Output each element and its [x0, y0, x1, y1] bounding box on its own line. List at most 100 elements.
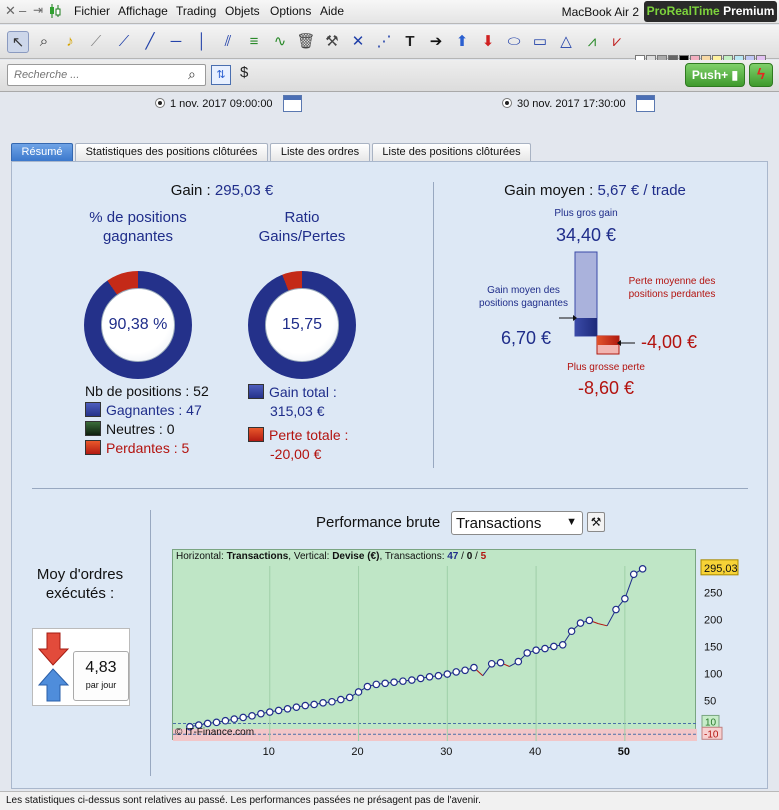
- parallel-icon[interactable]: ⋰: [373, 31, 395, 53]
- menu-aide[interactable]: Aide: [320, 4, 344, 18]
- nb-positions: Nb de positions : 52: [85, 383, 209, 399]
- pct-win-title: % de positions gagnantes: [89, 209, 187, 245]
- wrench-icon[interactable]: ⚒: [587, 512, 605, 532]
- tab-liste-positions[interactable]: Liste des positions clôturées: [372, 143, 531, 161]
- vertical-line-icon[interactable]: │: [191, 31, 213, 53]
- tab-resume[interactable]: Résumé: [11, 143, 73, 161]
- alert-bell-icon[interactable]: ♪: [59, 31, 81, 53]
- loss-total-value: -20,00 €: [270, 446, 322, 462]
- gain-header: Gain : 295,03 €: [32, 182, 412, 199]
- winning-row: Gagnantes : 47: [85, 402, 202, 418]
- biggest-loss-value: -8,60 €: [577, 378, 635, 398]
- menu-fichier[interactable]: Fichier: [74, 4, 110, 18]
- brand-logo: ProRealTime Premium: [644, 1, 777, 22]
- search-input[interactable]: [7, 64, 206, 86]
- channel-icon[interactable]: ⫽: [217, 31, 239, 53]
- losing-row: Perdantes : 5: [85, 440, 189, 456]
- end-date-text: 30 nov. 2017 17:30:00: [517, 98, 626, 110]
- orders-card: 4,83 par jour: [32, 628, 130, 706]
- disclaimer-footer: Les statistiques ci-dessus sont relative…: [0, 791, 779, 810]
- order-arrows-icon: [38, 632, 70, 702]
- losing-text: Perdantes : 5: [106, 440, 190, 456]
- arrow-down-icon[interactable]: ⬇: [477, 31, 499, 53]
- last-value-label: 295,03: [704, 563, 738, 575]
- loss-total: Perte totale : -20,00 €: [248, 426, 348, 464]
- arrow-up-icon[interactable]: ⬆: [451, 31, 473, 53]
- calendar-icon[interactable]: [636, 95, 655, 112]
- push-button[interactable]: Push+ ▮: [685, 63, 745, 87]
- gain-total: Gain total : 315,03 €: [248, 383, 337, 421]
- start-date-text: 1 nov. 2017 09:00:00: [170, 98, 273, 110]
- text-icon[interactable]: T: [399, 31, 421, 53]
- trash-icon[interactable]: 🗑: [295, 31, 317, 53]
- performance-select-value: Transactions: [456, 515, 542, 532]
- menu-objets[interactable]: Objets: [225, 4, 260, 18]
- brand-white: Premium: [723, 4, 775, 18]
- loss-total-label: Perte totale :: [269, 427, 349, 443]
- horizontal-line-icon[interactable]: ─: [165, 31, 187, 53]
- minimize-icon[interactable]: –: [19, 3, 26, 18]
- menu-affichage[interactable]: Affichage: [118, 4, 168, 18]
- rectangle-icon[interactable]: ▭: [529, 31, 551, 53]
- avg-gain-positions-value: 6,70 €: [500, 328, 552, 348]
- loss-legend-icon: [85, 440, 101, 455]
- avg-loss-label: Perte moyenne des positions perdantes: [628, 276, 716, 300]
- start-date[interactable]: 1 nov. 2017 09:00:00: [155, 97, 273, 110]
- end-date[interactable]: 30 nov. 2017 17:30:00: [502, 97, 626, 110]
- calendar-icon[interactable]: [283, 95, 302, 112]
- chart-axes: 10 20 30 40 5050100150200250295,0310-10: [263, 559, 739, 758]
- wave-icon[interactable]: ∿: [269, 31, 291, 53]
- win-legend-icon: [85, 402, 101, 417]
- segment-icon[interactable]: ⟋: [113, 31, 135, 53]
- divider: [433, 182, 434, 468]
- close-icon[interactable]: ✕: [5, 3, 16, 19]
- zigzag-icon[interactable]: ⩘: [581, 31, 603, 53]
- gain-value: 295,03 €: [214, 182, 274, 199]
- orders-unit: par jour: [85, 680, 117, 690]
- screener-icon[interactable]: ⇅: [211, 65, 231, 85]
- winning-text: Gagnantes : 47: [106, 402, 202, 418]
- y-tick-label: 100: [704, 669, 722, 681]
- gain-total-icon: [248, 384, 264, 399]
- candlestick-icon: [49, 2, 61, 20]
- neutral-row: Neutres : 0: [85, 421, 174, 437]
- win-percent-value: 90,38 %: [101, 288, 175, 362]
- avg-loss-value: -4,00 €: [640, 332, 698, 352]
- menu-bar: ✕ – ⇥ Fichier Affichage Trading Objets O…: [0, 0, 779, 24]
- tab-statistiques[interactable]: Statistiques des positions clôturées: [75, 143, 268, 161]
- avg-gain-bar: [575, 318, 597, 336]
- x-tick-label: 40: [529, 746, 541, 758]
- pin-icon[interactable]: ⇥: [33, 3, 43, 17]
- hammer-icon[interactable]: ⚒: [321, 31, 343, 53]
- menu-trading[interactable]: Trading: [176, 4, 216, 18]
- fibonacci-icon[interactable]: ≡: [243, 31, 265, 53]
- radio-icon[interactable]: [155, 98, 165, 108]
- divider: [32, 488, 748, 489]
- line-icon[interactable]: ╱: [139, 31, 161, 53]
- dollar-lock-icon[interactable]: $: [240, 64, 248, 81]
- gain-label: Gain :: [170, 182, 215, 199]
- orders-value: 4,83: [85, 659, 117, 676]
- tab-liste-ordres[interactable]: Liste des ordres: [270, 143, 370, 161]
- ruler-icon[interactable]: ⟋: [85, 31, 107, 53]
- x-tick-label: 50: [618, 746, 630, 758]
- performance-title: Performance brute: [316, 514, 441, 531]
- lightning-icon[interactable]: ϟ: [749, 63, 773, 87]
- performance-select[interactable]: Transactions ▼: [451, 511, 583, 535]
- orders-title: Moy d'ordres exécutés :: [36, 566, 124, 602]
- pointer-icon[interactable]: ↖: [7, 31, 29, 53]
- x-tick-label: 30: [440, 746, 452, 758]
- search-icon[interactable]: ⌕: [188, 66, 196, 83]
- radio-icon[interactable]: [502, 98, 512, 108]
- biggest-gain-value: 34,40 €: [555, 225, 617, 245]
- menu-options[interactable]: Options: [270, 4, 311, 18]
- neutral-text: Neutres : 0: [106, 421, 175, 437]
- cross-icon[interactable]: ✕: [347, 31, 369, 53]
- zoom-icon[interactable]: ⌕: [33, 31, 55, 53]
- y-tick-label: 150: [704, 642, 722, 654]
- pattern-icon[interactable]: ⩗: [606, 31, 628, 53]
- y-tick-label: 200: [704, 614, 722, 626]
- ellipse-icon[interactable]: ⬭: [503, 31, 525, 53]
- triangle-icon[interactable]: △: [555, 31, 577, 53]
- arrow-right-icon[interactable]: ➔: [425, 31, 447, 53]
